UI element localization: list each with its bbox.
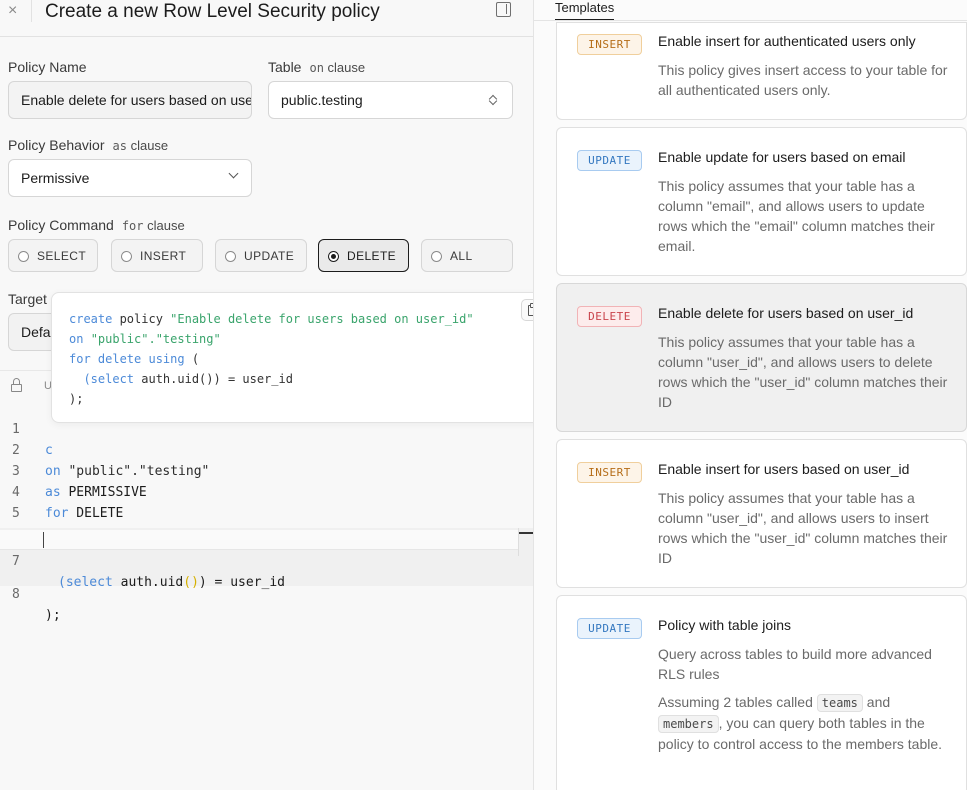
template-card[interactable]: INSERT Enable insert for users based on … [556,439,967,588]
editor-minimap[interactable] [518,528,533,556]
command-option-label: INSERT [140,249,187,263]
command-option-label: UPDATE [244,249,295,263]
template-card[interactable]: INSERT Enable insert for authenticated u… [556,22,967,120]
policy-command-label: Policy Command for clause [8,217,185,233]
command-badge: UPDATE [577,150,642,171]
tab-templates[interactable]: Templates [555,0,615,20]
code-line-6: 6 using ( [0,503,533,563]
template-title: Enable delete for users based on user_id [658,305,914,321]
template-card-selected[interactable]: DELETE Enable delete for users based on … [556,283,967,432]
command-badge: INSERT [577,462,642,483]
preview-line: on "public"."testing" [69,332,221,346]
code-line-5: 5 to public [0,482,533,542]
command-option-label: ALL [450,249,473,263]
policy-name-input[interactable]: Enable delete for users based on user_id [8,81,252,119]
template-description: This policy assumes that your table has … [658,334,948,410]
lock-icon [11,378,22,392]
target-label: Target [8,291,47,307]
template-card[interactable]: UPDATE Policy with table joins Query acr… [556,595,967,790]
policy-behavior-value: Permissive [21,170,90,186]
radio-icon [18,251,29,262]
toggle-panel-icon[interactable] [496,2,511,17]
command-option-select[interactable]: SELECT [8,239,98,272]
sql-preview-popover: create policy "Enable delete for users b… [51,292,551,423]
command-badge: DELETE [577,306,642,327]
inline-code: members [658,715,719,733]
select-arrows-icon [488,93,498,107]
command-option-delete[interactable]: DELETE [318,239,409,272]
template-description: Query across tables to build more advanc… [658,646,932,682]
clause-keyword: for [121,219,144,233]
template-card[interactable]: UPDATE Enable update for users based on … [556,127,967,276]
code-line-7[interactable]: 7 (select auth.uid()) = user_id [0,530,533,590]
preview-line: create policy "Enable delete for users b… [69,312,474,326]
preview-line: for delete using ( [69,352,200,366]
tab-divider [534,20,967,21]
template-description: This policy gives insert access to your … [658,62,948,98]
command-option-insert[interactable]: INSERT [111,239,203,272]
table-select-value: public.testing [281,92,363,108]
command-option-update[interactable]: UPDATE [215,239,307,272]
template-extra-description: Assuming 2 tables called teams and membe… [658,694,943,752]
header-divider [31,0,32,22]
command-option-all[interactable]: ALL [421,239,513,272]
command-badge: INSERT [577,34,642,55]
close-icon[interactable]: × [8,2,17,20]
command-option-label: SELECT [37,249,87,263]
template-title: Enable update for users based on email [658,149,906,165]
table-select[interactable]: public.testing [268,81,513,119]
code-line-3: 3 as PERMISSIVE [0,440,533,500]
template-title: Enable insert for users based on user_id [658,461,910,477]
radio-icon [431,251,442,262]
policy-name-label: Policy Name [8,59,87,75]
template-title: Enable insert for authenticated users on… [658,33,916,49]
policy-editor-panel: × Create a new Row Level Security policy… [0,0,551,790]
template-description: This policy assumes that your table has … [658,490,948,566]
radio-icon [225,251,236,262]
clause-keyword: as [112,139,127,153]
radio-selected-icon [328,251,339,262]
code-line-8: 8 ); [0,563,533,623]
policy-behavior-label: Policy Behavior as clause [8,137,169,153]
page-title: Create a new Row Level Security policy [45,1,380,22]
templates-panel: Templates INSERT Enable insert for authe… [533,0,967,790]
command-option-label: DELETE [347,249,397,263]
template-description: This policy assumes that your table has … [658,178,935,254]
preview-line: (select auth.uid()) = user_id [69,372,293,386]
inline-code: teams [816,694,863,712]
preview-line: ); [69,392,84,406]
policy-behavior-select[interactable]: Permissive [8,159,252,197]
chevron-down-icon [228,168,239,179]
template-title: Policy with table joins [658,617,792,633]
code-line-4: 4 for DELETE [0,461,533,521]
table-label: Table on clause [268,59,366,75]
code-text: ); [45,608,61,623]
clause-keyword: on [309,61,324,75]
line-number: 8 [12,587,20,602]
radio-icon [121,251,132,262]
command-badge: UPDATE [577,618,642,639]
panel-header: × Create a new Row Level Security policy [0,0,533,37]
